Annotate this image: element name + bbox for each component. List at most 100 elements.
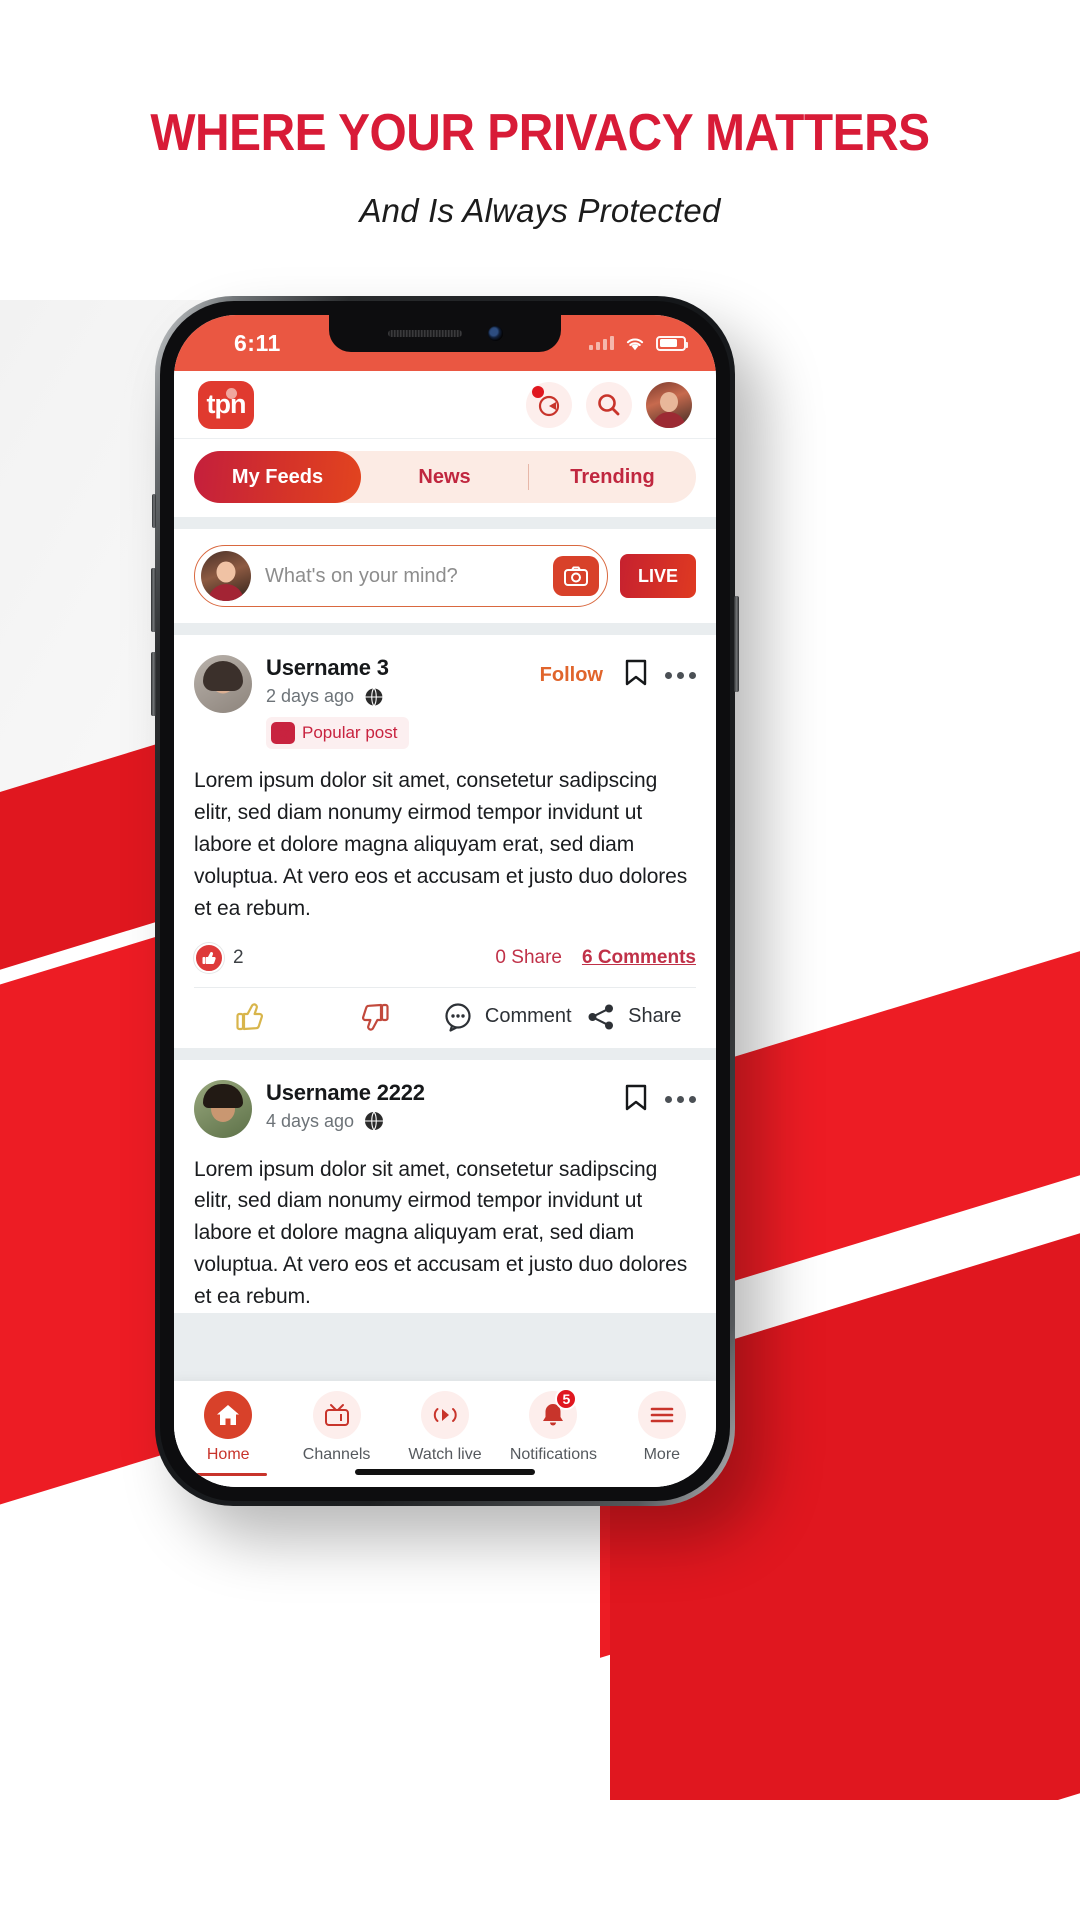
notifications-refresh-icon[interactable]: [526, 381, 572, 428]
phone-volume-down-button: [151, 652, 156, 716]
follow-button[interactable]: Follow: [540, 664, 603, 687]
phone-mute-switch: [152, 494, 156, 528]
section-divider: [174, 517, 716, 529]
nav-item-watch-live[interactable]: Watch live: [391, 1391, 499, 1464]
tab-trending[interactable]: Trending: [529, 451, 696, 503]
promo-headline: WHERE YOUR PRIVACY MATTERS: [150, 104, 930, 162]
signal-icon: [589, 336, 614, 350]
comment-label: Comment: [484, 1005, 572, 1028]
phone-power-button: [734, 596, 739, 692]
home-indicator: [355, 1469, 535, 1475]
post-stats-row: 2 0 Share 6 Comments: [194, 942, 696, 987]
post-body-text: Lorem ipsum dolor sit amet, consetetur s…: [194, 769, 688, 920]
hamburger-menu-icon: [637, 1391, 686, 1439]
status-bar-indicators: [589, 335, 688, 351]
post-header-actions: [625, 1080, 696, 1116]
post-timestamp: 2 days ago: [266, 686, 355, 706]
promo-text-block: WHERE YOUR PRIVACY MATTERS And Is Always…: [0, 0, 1080, 230]
comments-count[interactable]: 6 Comments: [582, 947, 696, 969]
phone-bezel: 6:11 tpn My Feeds News Trending What's o…: [160, 301, 730, 1501]
globe-icon: [364, 686, 384, 707]
post-body-text: Lorem ipsum dolor sit amet, consetetur s…: [194, 1157, 688, 1309]
post-composer-row: What's on your mind? LIVE: [174, 529, 716, 623]
post-author-avatar[interactable]: [194, 1079, 252, 1138]
dislike-button[interactable]: [318, 1002, 442, 1032]
post-stats-right: 0 Share 6 Comments: [495, 947, 696, 969]
app-logo[interactable]: tpn: [198, 380, 254, 429]
front-camera: [487, 326, 503, 341]
post-submeta: 4 days ago: [266, 1111, 611, 1132]
nav-label-notifications: Notifications: [509, 1446, 597, 1463]
comment-button[interactable]: Comment: [443, 1002, 572, 1032]
star-badge-icon: ★: [271, 722, 295, 744]
background-bottom-white: [0, 1800, 1080, 1920]
phone-screen: 6:11 tpn My Feeds News Trending What's o…: [174, 315, 716, 1487]
notifications-badge: 5: [555, 1388, 578, 1410]
bell-icon: 5: [529, 1388, 578, 1439]
more-horizontal-icon[interactable]: [665, 671, 696, 679]
feed-tabs-container: My Feeds News Trending: [174, 439, 716, 517]
composer-avatar: [201, 551, 251, 601]
post-separator: [174, 1047, 716, 1060]
post-header: Username 3 2 days ago ★ Popular post Fol…: [194, 655, 696, 749]
tab-my-feeds[interactable]: My Feeds: [194, 451, 361, 503]
app-header: tpn: [174, 371, 716, 439]
share-count[interactable]: 0 Share: [495, 947, 562, 969]
phone-frame: 6:11 tpn My Feeds News Trending What's o…: [151, 296, 739, 1506]
phone-volume-up-button: [151, 568, 156, 632]
notification-dot: [532, 385, 544, 398]
battery-icon: [656, 335, 688, 351]
app-logo-text: tpn: [206, 389, 247, 419]
composer-input[interactable]: What's on your mind?: [265, 565, 553, 588]
nav-label-more: More: [643, 1446, 681, 1463]
popular-post-badge: ★ Popular post: [266, 717, 410, 749]
post-author-avatar[interactable]: [194, 655, 252, 713]
post-card: Username 2222 4 days ago Lorem ipsum dol…: [174, 1059, 716, 1314]
post-author-name[interactable]: Username 2222: [266, 1080, 611, 1106]
nav-active-underline: [189, 1473, 268, 1476]
popular-post-label: Popular post: [302, 723, 398, 742]
post-author-meta: Username 3 2 days ago ★ Popular post: [266, 655, 526, 749]
profile-avatar[interactable]: [646, 381, 692, 428]
nav-item-notifications[interactable]: 5 Notifications: [499, 1388, 607, 1464]
nav-item-home[interactable]: Home: [174, 1391, 282, 1476]
tab-news[interactable]: News: [361, 451, 528, 503]
post-card: Username 3 2 days ago ★ Popular post Fol…: [174, 635, 716, 1048]
nav-label-watch-live: Watch live: [408, 1446, 482, 1463]
bookmark-icon[interactable]: [625, 659, 647, 691]
post-header: Username 2222 4 days ago: [194, 1079, 696, 1138]
nav-item-channels[interactable]: Channels: [282, 1391, 390, 1464]
feed-list: Username 3 2 days ago ★ Popular post Fol…: [174, 623, 716, 1487]
post-author-meta: Username 2222 4 days ago: [266, 1080, 611, 1132]
post-reactions[interactable]: 2: [194, 942, 244, 973]
home-icon: [204, 1391, 253, 1439]
channels-tv-icon: [312, 1391, 361, 1439]
header-actions: [526, 381, 692, 428]
search-icon[interactable]: [586, 381, 632, 428]
reaction-count: 2: [233, 946, 244, 968]
like-button[interactable]: [194, 1002, 318, 1032]
nav-label-home: Home: [206, 1446, 250, 1463]
post-submeta: 2 days ago: [266, 686, 526, 707]
watch-live-icon: [421, 1391, 470, 1439]
post-timestamp: 4 days ago: [266, 1110, 355, 1131]
globe-icon: [364, 1111, 384, 1131]
nav-item-more[interactable]: More: [608, 1391, 716, 1464]
post-composer[interactable]: What's on your mind?: [194, 545, 608, 607]
bookmark-icon[interactable]: [625, 1084, 647, 1116]
share-button[interactable]: Share: [572, 1002, 696, 1032]
post-header-actions: Follow: [540, 655, 696, 691]
share-label: Share: [628, 1005, 682, 1028]
camera-icon[interactable]: [553, 556, 599, 596]
go-live-button[interactable]: LIVE: [620, 554, 696, 598]
status-bar-time: 6:11: [234, 329, 281, 356]
more-horizontal-icon[interactable]: [665, 1096, 696, 1104]
nav-label-channels: Channels: [302, 1446, 371, 1463]
phone-notch: [329, 315, 561, 352]
post-author-name[interactable]: Username 3: [266, 655, 526, 681]
feed-tabs: My Feeds News Trending: [194, 451, 696, 503]
post-actions-row: Comment Share: [194, 986, 696, 1048]
phone-mockup: 6:11 tpn My Feeds News Trending What's o…: [151, 296, 739, 1506]
earpiece-speaker: [387, 330, 462, 337]
feed-top-divider: [174, 623, 716, 635]
